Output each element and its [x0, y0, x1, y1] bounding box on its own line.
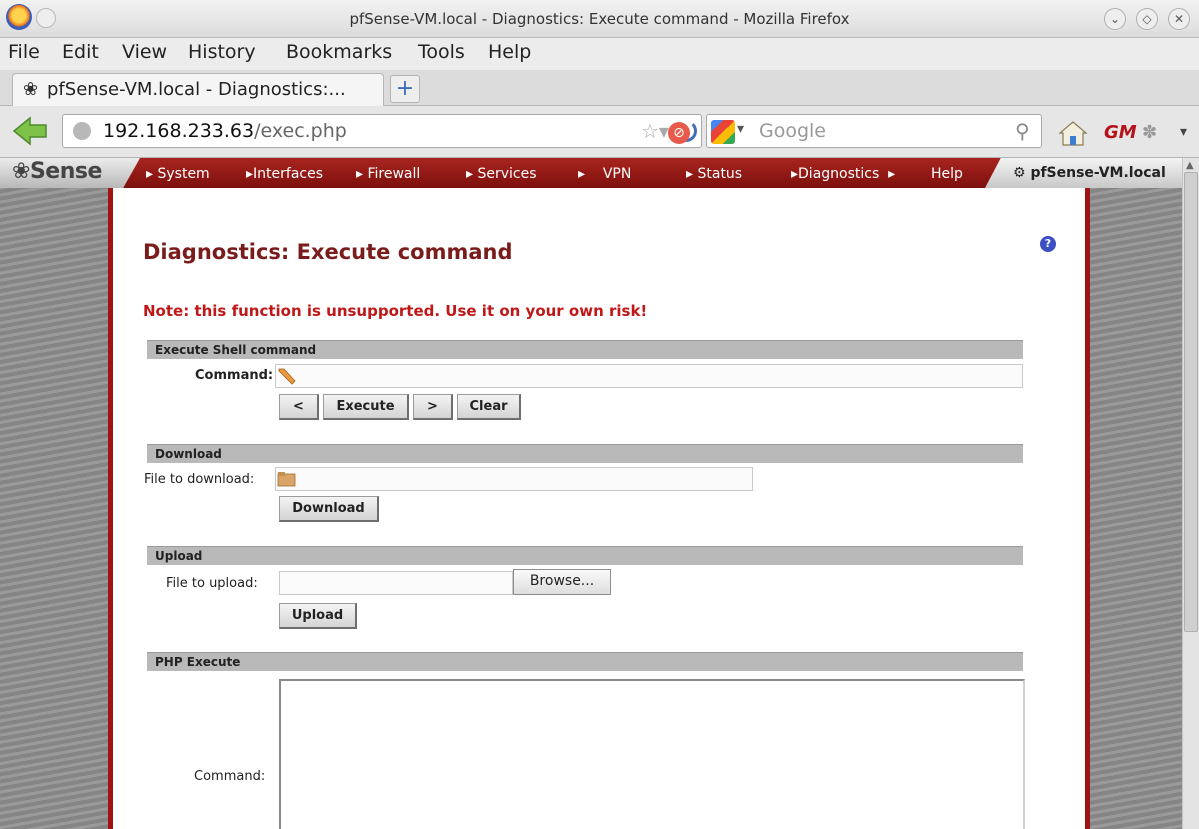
page-title: Diagnostics: Execute command: [143, 240, 513, 264]
background-right: [1090, 158, 1182, 829]
menu-help[interactable]: Help: [488, 41, 531, 63]
nav-diagnostics[interactable]: ▸Diagnostics ▸: [791, 166, 895, 182]
php-command-textarea[interactable]: [279, 679, 1025, 829]
folder-icon: [277, 472, 296, 487]
search-input[interactable]: Google: [759, 120, 826, 142]
stop-icon[interactable]: ⊘: [668, 122, 690, 144]
nav-status[interactable]: ▸ Status: [686, 166, 742, 182]
section-download: Download: [147, 444, 1023, 463]
section-upload: Upload: [147, 546, 1023, 565]
home-icon[interactable]: [1058, 120, 1088, 146]
web-content: ▲ ❀Sense ▸ System ▸Interfaces ▸ Firewall…: [0, 158, 1199, 829]
scroll-up-icon[interactable]: ▲: [1186, 160, 1194, 171]
tabbar: ❀ pfSense-VM.local - Diagnostics:... +: [0, 70, 1199, 106]
extension-icon[interactable]: ✽: [1142, 122, 1157, 143]
file-to-upload-input[interactable]: [279, 571, 513, 595]
menu-file[interactable]: File: [8, 41, 40, 63]
navigation-toolbar: 192.168.233.63/exec.php ☆▾ ⊘ ▾ Google ⚲ …: [0, 106, 1199, 158]
greasemonkey-icon[interactable]: GM: [1104, 122, 1137, 143]
hostname-badge[interactable]: ⚙ pfSense-VM.local: [985, 158, 1182, 188]
php-command-label: Command:: [194, 769, 266, 784]
menu-edit[interactable]: Edit: [62, 41, 99, 63]
pfsense-logo-text: ❀Sense: [12, 159, 102, 184]
pfsense-header: ❀Sense ▸ System ▸Interfaces ▸ Firewall ▸…: [0, 158, 1182, 188]
main-panel: Diagnostics: Execute command ? Note: thi…: [108, 188, 1090, 829]
search-engine-dropdown-icon[interactable]: ▾: [737, 121, 744, 137]
next-command-button[interactable]: >: [413, 394, 453, 420]
window-title: pfSense-VM.local - Diagnostics: Execute …: [349, 10, 850, 28]
url-path: /exec.php: [254, 120, 347, 142]
back-arrow-icon[interactable]: [12, 116, 48, 146]
bookmark-star-icon[interactable]: ☆▾: [641, 119, 669, 143]
url-host: 192.168.233.63: [103, 120, 255, 142]
previous-command-button[interactable]: <: [279, 394, 319, 420]
nav-firewall[interactable]: ▸ Firewall: [356, 166, 420, 182]
tab-pfsense[interactable]: ❀ pfSense-VM.local - Diagnostics:...: [12, 73, 384, 106]
menu-bookmarks[interactable]: Bookmarks: [286, 41, 392, 63]
tab-label: pfSense-VM.local - Diagnostics:...: [47, 79, 346, 100]
warning-note: Note: this function is unsupported. Use …: [143, 302, 648, 320]
nav-services[interactable]: ▸ Services: [466, 166, 537, 182]
url-text: 192.168.233.63/exec.php: [103, 120, 347, 142]
file-to-download-label: File to download:: [144, 472, 255, 487]
shell-command-input[interactable]: [275, 364, 1023, 388]
file-to-upload-label: File to upload:: [166, 576, 258, 591]
pencil-icon: [278, 368, 296, 385]
url-bar[interactable]: 192.168.233.63/exec.php ☆▾: [62, 114, 702, 148]
google-search-engine-icon[interactable]: [711, 120, 735, 144]
shell-command-label: Command:: [195, 368, 274, 383]
execute-button[interactable]: Execute: [323, 394, 409, 420]
help-icon[interactable]: ?: [1040, 236, 1056, 252]
site-identity-icon[interactable]: [73, 122, 91, 140]
upload-button[interactable]: Upload: [279, 603, 357, 629]
hostname-text: ⚙ pfSense-VM.local: [1013, 165, 1166, 181]
toolbar-overflow-icon[interactable]: ▾: [1180, 124, 1187, 140]
pfsense-logo[interactable]: ❀Sense: [0, 158, 140, 188]
background-left: [0, 158, 108, 829]
section-execute-shell: Execute Shell command: [147, 340, 1023, 359]
minimize-icon[interactable]: ⌄: [1104, 8, 1126, 30]
search-icon[interactable]: ⚲: [1015, 119, 1030, 143]
download-button[interactable]: Download: [279, 496, 379, 522]
nav-vpn[interactable]: ▸ VPN: [578, 166, 631, 182]
nav-system[interactable]: ▸ System: [146, 166, 210, 182]
close-icon[interactable]: ✕: [1168, 8, 1190, 30]
clear-button[interactable]: Clear: [457, 394, 521, 420]
menu-tools[interactable]: Tools: [418, 41, 465, 63]
new-tab-button[interactable]: +: [390, 75, 420, 103]
file-to-download-input[interactable]: [275, 467, 753, 491]
page-scrollbar[interactable]: ▲: [1182, 158, 1199, 829]
search-bar[interactable]: ▾ Google ⚲: [706, 114, 1042, 148]
nav-interfaces[interactable]: ▸Interfaces: [246, 166, 323, 182]
menu-view[interactable]: View: [122, 41, 167, 63]
pfsense-favicon-icon: ❀: [23, 79, 39, 100]
menu-history[interactable]: History: [188, 41, 256, 63]
section-php-execute: PHP Execute: [147, 652, 1023, 671]
maximize-icon[interactable]: ◇: [1136, 8, 1158, 30]
menubar: File Edit View History Bookmarks Tools H…: [0, 38, 1199, 70]
nav-help[interactable]: Help: [931, 166, 963, 182]
scrollbar-thumb[interactable]: [1184, 172, 1198, 632]
window-titlebar: pfSense-VM.local - Diagnostics: Execute …: [0, 0, 1199, 38]
browse-button[interactable]: Browse...: [513, 569, 611, 595]
